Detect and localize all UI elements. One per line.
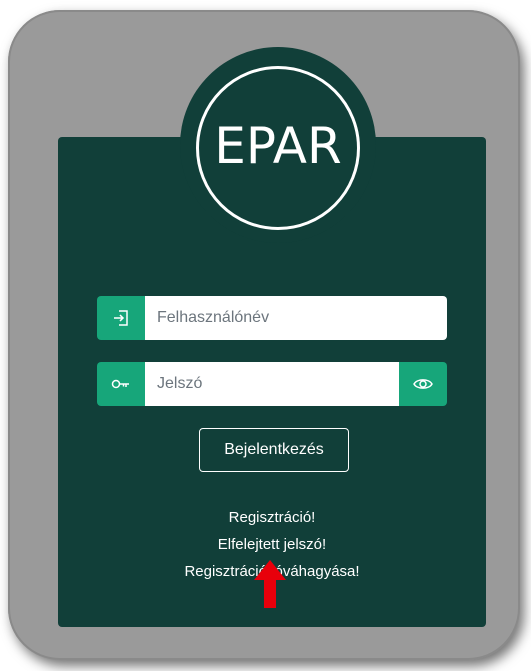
login-button[interactable]: Bejelentkezés xyxy=(199,428,349,472)
password-input[interactable] xyxy=(145,362,399,406)
eye-icon xyxy=(413,379,433,389)
register-link[interactable]: Regisztráció! xyxy=(58,509,486,526)
forgot-password-link[interactable]: Elfelejtett jelszó! xyxy=(58,536,486,553)
key-icon xyxy=(97,362,145,406)
toggle-password-visibility-button[interactable] xyxy=(399,362,447,406)
logo-text: EPAR xyxy=(214,117,342,175)
password-input-group xyxy=(97,362,447,406)
username-input-group xyxy=(97,296,447,340)
sign-in-icon xyxy=(97,296,145,340)
username-input[interactable] xyxy=(145,296,447,340)
red-up-arrow xyxy=(254,560,286,608)
logo: EPAR xyxy=(196,66,360,230)
